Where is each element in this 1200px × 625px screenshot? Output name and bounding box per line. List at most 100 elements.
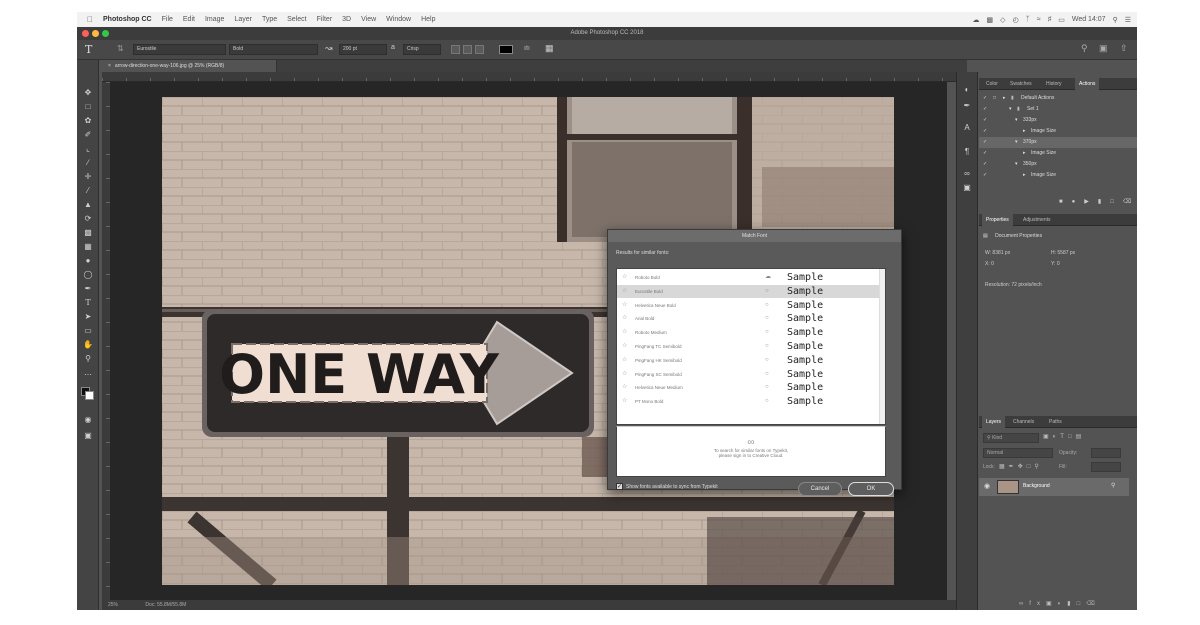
- favorite-star-icon[interactable]: ☆: [622, 299, 627, 312]
- font-result-row[interactable]: ☆ Eurostile Bold ○ Sample: [617, 284, 885, 298]
- tab-properties[interactable]: Properties: [982, 214, 1013, 226]
- lock-all-icon[interactable]: ⚲: [1034, 464, 1042, 470]
- crop-tool-icon[interactable]: ⌞: [82, 143, 94, 155]
- blur-tool-icon[interactable]: ●: [82, 255, 94, 267]
- filter-pixel-icon[interactable]: ▣: [1043, 434, 1053, 440]
- action-row[interactable]: ✓ ▸ Image Size: [979, 170, 1137, 181]
- layer-row-background[interactable]: ◉ Background ⚲: [979, 478, 1129, 496]
- eyedropper-tool-icon[interactable]: ∕: [82, 157, 94, 169]
- shape-tool-icon[interactable]: ▭: [82, 325, 94, 337]
- more-tools-icon[interactable]: ⋯: [82, 369, 94, 381]
- document-size[interactable]: Doc: 55.8M/55.8M: [145, 602, 186, 608]
- menu-3d[interactable]: 3D: [342, 16, 351, 23]
- screen-mode-icon[interactable]: ▣: [82, 430, 94, 442]
- gradient-tool-icon[interactable]: ▦: [82, 241, 94, 253]
- tab-adjustments[interactable]: Adjustments: [1019, 214, 1055, 226]
- tab-history[interactable]: History: [1042, 78, 1066, 90]
- filter-shape-icon[interactable]: □: [1068, 434, 1076, 440]
- text-color-swatch[interactable]: [499, 45, 513, 54]
- brush-panel-icon[interactable]: ✒: [961, 100, 973, 112]
- adjustment-layer-icon[interactable]: ◐: [1058, 601, 1068, 607]
- record-icon[interactable]: ●: [1072, 199, 1085, 205]
- background-color-swatch[interactable]: [85, 391, 94, 400]
- menu-image[interactable]: Image: [205, 16, 224, 23]
- menu-edit[interactable]: Edit: [183, 16, 195, 23]
- battery-icon[interactable]: ▭: [1058, 16, 1065, 24]
- align-center-button[interactable]: [463, 45, 472, 54]
- dodge-tool-icon[interactable]: ◯: [82, 269, 94, 281]
- lasso-tool-icon[interactable]: ✿: [82, 115, 94, 127]
- search-icon[interactable]: ⚲: [1081, 43, 1088, 54]
- history-brush-tool-icon[interactable]: ⟳: [82, 213, 94, 225]
- favorite-star-icon[interactable]: ☆: [622, 354, 627, 367]
- typekit-icon[interactable]: ▩: [987, 16, 994, 24]
- antialias-select[interactable]: Crisp: [403, 44, 441, 55]
- menu-select[interactable]: Select: [287, 16, 306, 23]
- hand-tool-icon[interactable]: ✋: [82, 339, 94, 351]
- favorite-star-icon[interactable]: ☆: [622, 271, 627, 284]
- zoom-level[interactable]: 25%: [108, 602, 118, 608]
- share-icon[interactable]: ⇧: [1120, 43, 1128, 54]
- horizontal-ruler[interactable]: [102, 72, 967, 82]
- layer-kind-filter[interactable]: ⚲ Kind: [983, 433, 1039, 443]
- apple-icon[interactable]: : [87, 15, 93, 24]
- marquee-tool-icon[interactable]: □: [82, 101, 94, 113]
- play-icon[interactable]: ▶: [1084, 199, 1098, 205]
- new-group-icon[interactable]: ▮: [1067, 601, 1076, 607]
- font-result-row[interactable]: ☆ PingFang TC Semibold ○ Sample: [617, 340, 885, 353]
- character-panel-icon[interactable]: A: [961, 122, 973, 134]
- zoom-window-button[interactable]: [102, 30, 109, 37]
- y-readout[interactable]: Y: 0: [1051, 261, 1060, 267]
- favorite-star-icon[interactable]: ☆: [622, 368, 627, 381]
- lock-position-icon[interactable]: ✥: [1018, 464, 1027, 470]
- menu-help[interactable]: Help: [421, 16, 435, 23]
- cancel-button[interactable]: Cancel: [798, 482, 842, 496]
- menu-view[interactable]: View: [361, 16, 376, 23]
- font-size-select[interactable]: 200 pt: [339, 44, 387, 55]
- font-results-list[interactable]: ☆ Roboto Bold ☁ Sample ☆ Eurostile Bold ○ Sampl…: [616, 268, 886, 425]
- action-row[interactable]: ✓ ▾ 333px: [979, 115, 1137, 126]
- favorite-star-icon[interactable]: ☆: [622, 340, 627, 353]
- zoom-tool-icon[interactable]: ⚲: [82, 353, 94, 365]
- orientation-toggle-icon[interactable]: ⇅: [117, 44, 124, 53]
- x-readout[interactable]: X: 0: [985, 261, 994, 267]
- font-result-row[interactable]: ☆ PingFang SC Semibold ○ Sample: [617, 368, 885, 381]
- tab-channels[interactable]: Channels: [1009, 416, 1038, 428]
- filter-smart-icon[interactable]: ▤: [1076, 434, 1086, 440]
- clone-stamp-tool-icon[interactable]: ▲: [82, 199, 94, 211]
- character-panel-icon[interactable]: ▦: [545, 43, 554, 54]
- add-mask-icon[interactable]: ▣: [1046, 601, 1058, 607]
- favorite-star-icon[interactable]: ☆: [622, 395, 627, 408]
- ok-button[interactable]: OK: [848, 482, 894, 496]
- action-row-selected[interactable]: ✓ ▾ 370px: [979, 137, 1137, 148]
- glyphs-panel-icon[interactable]: ∞: [961, 168, 973, 180]
- color-panel-icon[interactable]: ◐: [961, 84, 973, 96]
- font-family-select[interactable]: Eurostile: [133, 44, 226, 55]
- spotlight-icon[interactable]: ⚲: [1113, 16, 1118, 24]
- move-tool-icon[interactable]: ✥: [82, 87, 94, 99]
- action-row[interactable]: ✓ ▸ Image Size: [979, 148, 1137, 159]
- action-row[interactable]: ✓ ▾ 350px: [979, 159, 1137, 170]
- new-set-icon[interactable]: ▮: [1098, 199, 1110, 205]
- font-result-row[interactable]: ☆ PingFang HK Semibold ○ Sample: [617, 354, 885, 367]
- dropbox-icon[interactable]: ◇: [1000, 16, 1005, 24]
- fill-field[interactable]: [1091, 462, 1121, 472]
- creative-cloud-icon[interactable]: ☁: [973, 16, 980, 24]
- font-result-row[interactable]: ☆ Roboto Medium ○ Sample: [617, 326, 885, 339]
- tab-actions[interactable]: Actions: [1075, 78, 1100, 90]
- filter-type-icon[interactable]: T: [1060, 434, 1068, 440]
- favorite-star-icon[interactable]: ☆: [622, 326, 627, 339]
- delete-layer-icon[interactable]: ⌫: [1086, 601, 1100, 607]
- document-tab[interactable]: × arrow-direction-one-way-106.jpg @ 25% (…: [102, 60, 277, 72]
- layer-style-icon[interactable]: fx: [1029, 601, 1046, 607]
- tab-color[interactable]: Color: [982, 78, 1002, 90]
- menu-app-name[interactable]: Photoshop CC: [103, 16, 152, 23]
- volume-icon[interactable]: ♯: [1048, 16, 1052, 23]
- healing-brush-tool-icon[interactable]: ✛: [82, 171, 94, 183]
- clock[interactable]: Wed 14:07: [1072, 16, 1106, 23]
- link-layers-icon[interactable]: ∞: [1019, 601, 1029, 607]
- action-row[interactable]: ✓ □ ▸ ▮ Default Actions: [979, 93, 1137, 104]
- blend-mode-select[interactable]: Normal: [983, 448, 1053, 458]
- width-readout[interactable]: W: 8381 px: [985, 250, 1010, 256]
- workspace-icon[interactable]: ▣: [1099, 43, 1108, 54]
